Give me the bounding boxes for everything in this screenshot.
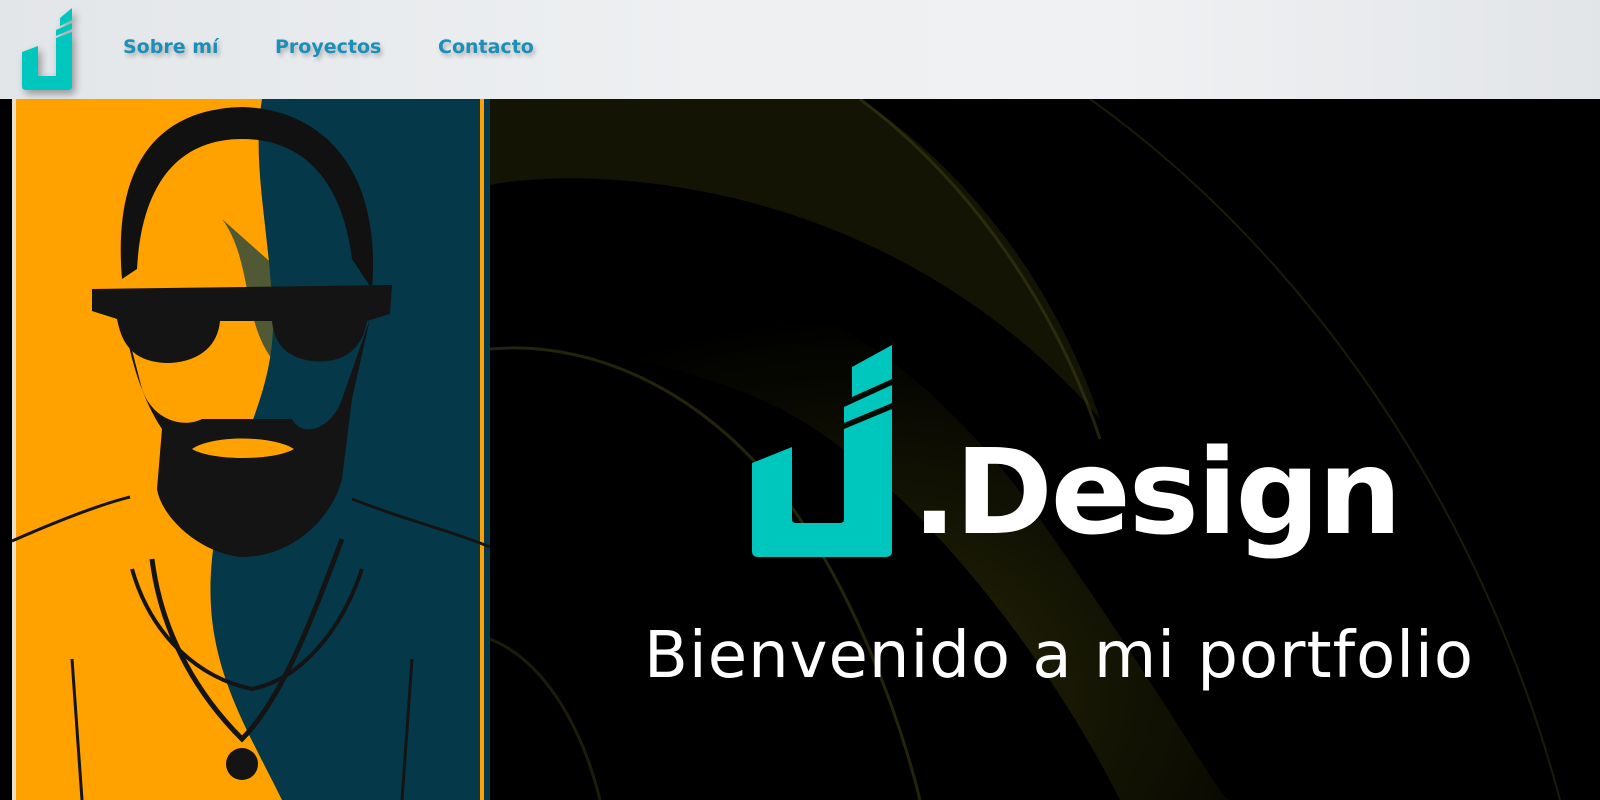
nav-link-sobre-mi[interactable]: Sobre mí: [123, 36, 219, 58]
brand-mark: .Design: [752, 345, 1402, 557]
brand-logo-icon: [752, 345, 892, 557]
navbar: Sobre mí Proyectos Contacto: [0, 0, 1600, 99]
nav-link-contacto[interactable]: Contacto: [438, 36, 534, 58]
brand-text: .Design: [912, 423, 1402, 561]
logo-icon[interactable]: [18, 6, 78, 90]
hero-tagline: Bienvenido a mi portfolio: [644, 619, 1474, 693]
nav-link-proyectos[interactable]: Proyectos: [275, 36, 381, 58]
hero-section: .Design Bienvenido a mi portfolio: [0, 99, 1600, 800]
portrait-illustration: [12, 99, 490, 800]
